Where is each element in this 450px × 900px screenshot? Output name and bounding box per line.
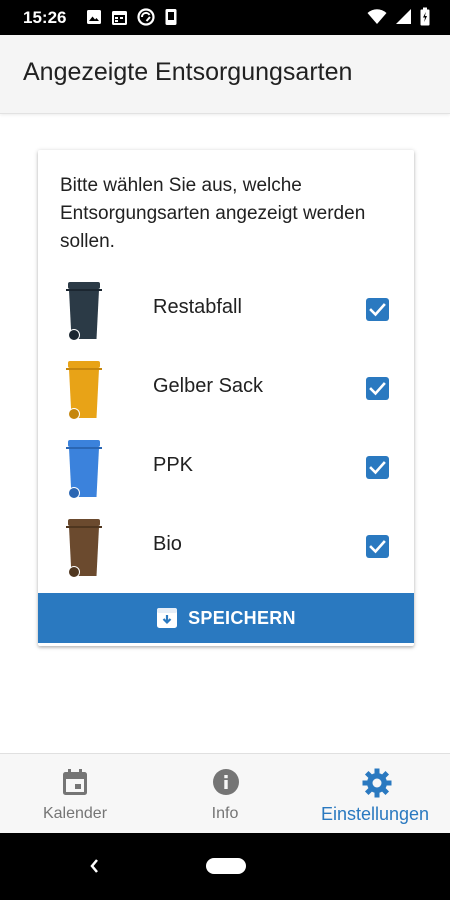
intro-text: Bitte wählen Sie aus, welche Entsorgungs…	[60, 175, 366, 252]
trash-bin-icon	[66, 440, 102, 499]
nav-label: Kalender	[42, 805, 108, 822]
status-bar: 15:26	[0, 0, 450, 35]
back-icon[interactable]	[86, 855, 102, 877]
option-label: PPK	[153, 454, 194, 476]
phone-icon	[165, 9, 177, 25]
calendar-icon	[63, 769, 87, 795]
option-label: Restabfall	[153, 296, 242, 318]
option-row-bio[interactable]: Bio	[38, 517, 414, 581]
option-checkbox[interactable]	[366, 535, 389, 558]
nav-label: Einstellungen	[320, 804, 430, 824]
option-row-restabfall[interactable]: Restabfall	[38, 280, 414, 344]
trash-bin-icon	[66, 282, 102, 341]
nav-item-einstellungen[interactable]: Einstellungen	[300, 754, 450, 834]
nav-item-kalender[interactable]: Kalender	[0, 754, 150, 834]
calendar-icon	[112, 10, 127, 25]
bottom-navigation: Kalender Info Einstellungen	[0, 753, 450, 834]
check-icon	[369, 382, 386, 396]
nav-item-info[interactable]: Info	[150, 754, 300, 834]
info-icon	[213, 769, 239, 795]
check-icon	[369, 303, 386, 317]
check-icon	[369, 540, 386, 554]
check-icon	[369, 461, 386, 475]
option-checkbox[interactable]	[366, 456, 389, 479]
option-row-ppk[interactable]: PPK	[38, 438, 414, 502]
trash-bin-icon	[66, 361, 102, 420]
option-row-gelber-sack[interactable]: Gelber Sack	[38, 359, 414, 423]
image-icon	[87, 10, 101, 24]
option-checkbox[interactable]	[366, 298, 389, 321]
app-bar: Angezeigte Entsorgungsarten	[0, 35, 450, 114]
page-title: Angezeigte Entsorgungsarten	[23, 58, 353, 86]
wifi-icon	[367, 8, 387, 24]
save-button-label: SPEICHERN	[188, 607, 296, 628]
nav-label: Info	[211, 805, 239, 822]
option-label: Bio	[153, 533, 182, 555]
system-navigation-bar	[0, 833, 450, 900]
notification-icons	[86, 8, 178, 26]
sync-icon	[137, 8, 155, 26]
save-icon	[157, 608, 178, 628]
settings-card: Bitte wählen Sie aus, welche Entsorgungs…	[38, 150, 414, 646]
save-button[interactable]: SPEICHERN	[38, 593, 414, 643]
option-checkbox[interactable]	[366, 377, 389, 400]
signal-icon	[396, 9, 411, 24]
status-time: 15:26	[23, 8, 67, 27]
home-button[interactable]	[206, 858, 246, 874]
system-icons	[367, 7, 430, 26]
battery-icon	[420, 7, 430, 26]
option-label: Gelber Sack	[153, 375, 264, 397]
trash-bin-icon	[66, 519, 102, 578]
gear-icon	[362, 768, 392, 798]
